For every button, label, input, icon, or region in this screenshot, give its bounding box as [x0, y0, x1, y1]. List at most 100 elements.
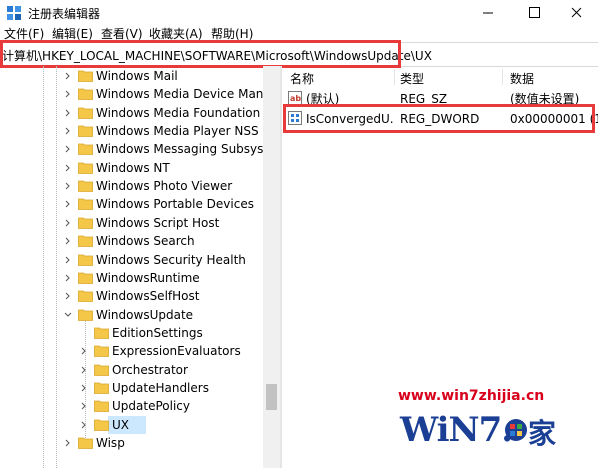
- folder-icon: [94, 382, 109, 394]
- tree-node-label: Wisp: [96, 436, 125, 450]
- tree-node-label: WindowsUpdate: [96, 307, 194, 322]
- column-header-type[interactable]: 类型: [400, 70, 424, 87]
- tree-node[interactable]: Windows Media Device Manag: [0, 85, 263, 103]
- chevron-right-icon[interactable]: [64, 182, 72, 190]
- chevron-right-icon[interactable]: [64, 237, 72, 245]
- chevron-right-icon[interactable]: [64, 109, 72, 117]
- svg-text:ab: ab: [290, 94, 301, 103]
- folder-icon: [78, 88, 93, 101]
- column-separator[interactable]: [394, 69, 395, 85]
- folder-icon: [78, 235, 93, 248]
- folder-icon: [78, 290, 93, 303]
- chevron-down-icon[interactable]: [64, 311, 72, 319]
- tree-node[interactable]: Windows Media Player NSS: [0, 122, 263, 140]
- folder-icon: [78, 272, 93, 284]
- chevron-right-icon[interactable]: [80, 347, 88, 355]
- chevron-right-icon[interactable]: [64, 145, 72, 153]
- tree-node[interactable]: WindowsSelfHost: [0, 287, 263, 305]
- folder-icon: [78, 70, 93, 82]
- address-highlight-box: [0, 40, 401, 68]
- tree-node[interactable]: Windows Media Foundation: [0, 104, 263, 122]
- tree-node[interactable]: Orchestrator: [0, 361, 263, 379]
- column-separator[interactable]: [502, 69, 503, 85]
- tree-node[interactable]: WindowsRuntime: [0, 269, 263, 287]
- tree-scrollbar[interactable]: [263, 66, 280, 468]
- minimize-button[interactable]: [466, 0, 510, 26]
- folder-icon: [94, 419, 109, 431]
- minimize-icon: [483, 12, 493, 14]
- string-value-icon: ab: [288, 91, 302, 105]
- tree-node[interactable]: Windows Security Health: [0, 251, 263, 269]
- chevron-right-icon[interactable]: [64, 274, 72, 282]
- window-title: 注册表编辑器: [28, 7, 101, 21]
- tree-node[interactable]: UpdatePolicy: [0, 397, 263, 415]
- chevron-right-icon[interactable]: [80, 384, 88, 392]
- chevron-right-icon[interactable]: [64, 127, 72, 135]
- tree-node-label: Windows Security Health: [96, 252, 246, 267]
- chevron-right-icon[interactable]: [64, 90, 72, 98]
- folder-icon: [78, 199, 93, 211]
- chevron-right-icon[interactable]: [64, 219, 72, 227]
- title-bar: 注册表编辑器: [0, 0, 598, 26]
- tree-node-label: WindowsRuntime: [96, 270, 200, 285]
- tree-node[interactable]: ExpressionEvaluators: [0, 342, 263, 360]
- regedit-app-icon: [7, 6, 21, 20]
- tree-node[interactable]: Windows Portable Devices: [0, 195, 263, 213]
- folder-icon: [78, 309, 93, 321]
- watermark-logo: WiN7. 家: [400, 406, 556, 458]
- tree-node-label: Windows Messaging Subsysten: [96, 142, 263, 157]
- tree-node[interactable]: Windows Script Host: [0, 214, 263, 232]
- chevron-right-icon[interactable]: [64, 439, 72, 447]
- tree-node-label: EditionSettings: [112, 325, 203, 340]
- tree-node[interactable]: Windows Messaging Subsysten: [0, 140, 263, 158]
- chevron-right-icon[interactable]: [64, 72, 72, 80]
- tree-node-label: Windows Search: [96, 234, 195, 249]
- folder-icon: [94, 364, 109, 376]
- tree-node-label: Windows Photo Viewer: [96, 179, 233, 194]
- tree-node-label: UX: [112, 417, 130, 432]
- folder-icon: [78, 125, 93, 137]
- maximize-button[interactable]: [512, 0, 556, 26]
- tree-node[interactable]: WindowsUpdate: [0, 306, 263, 324]
- folder-icon: [78, 217, 93, 229]
- folder-icon: [94, 345, 109, 358]
- folder-icon: [78, 254, 93, 266]
- tree-node-label: Windows Media Device Manag: [96, 87, 263, 102]
- chevron-right-icon[interactable]: [80, 421, 88, 429]
- chevron-right-icon[interactable]: [64, 256, 72, 264]
- folder-icon: [78, 180, 93, 192]
- tree-node[interactable]: Windows Search: [0, 232, 263, 250]
- tree-node-label: Windows NT: [96, 160, 170, 175]
- tree-node[interactable]: EditionSettings: [0, 324, 263, 342]
- column-header-data[interactable]: 数据: [510, 70, 534, 87]
- tree-node[interactable]: Wisp: [0, 434, 263, 452]
- chevron-right-icon[interactable]: [80, 402, 88, 410]
- chevron-right-icon[interactable]: [64, 164, 72, 172]
- tree-node[interactable]: Windows Mail: [0, 67, 263, 85]
- maximize-icon: [529, 7, 540, 18]
- tree-node-label: UpdatePolicy: [112, 399, 190, 414]
- tree-node[interactable]: Windows NT: [0, 159, 263, 177]
- value-highlight-box: [283, 104, 595, 133]
- tree-node-label: Windows Mail: [96, 69, 178, 83]
- folder-icon: [78, 143, 93, 156]
- tree-node[interactable]: UpdateHandlers: [0, 379, 263, 397]
- tree-node-label: ExpressionEvaluators: [112, 344, 241, 359]
- chevron-right-icon[interactable]: [64, 200, 72, 208]
- folder-icon: [78, 437, 93, 449]
- registry-key-tree[interactable]: Windows Mail Windows Media Device Manag Wi…: [0, 66, 263, 468]
- tree-node[interactable]: UX: [0, 416, 263, 434]
- folder-icon: [94, 400, 109, 413]
- chevron-right-icon[interactable]: [80, 366, 88, 374]
- tree-node[interactable]: Windows Photo Viewer: [0, 177, 263, 195]
- close-button[interactable]: [554, 0, 598, 26]
- tree-node-label: Windows Media Player NSS: [96, 124, 259, 139]
- tree-node-label: Windows Media Foundation: [96, 105, 261, 120]
- watermark-logo-suffix: 家: [528, 417, 557, 450]
- tree-node-label: Orchestrator: [112, 362, 188, 377]
- folder-icon: [94, 327, 109, 339]
- watermark-url: www.win7zhijia.cn: [398, 388, 545, 404]
- tree-scrollbar-thumb[interactable]: [266, 384, 277, 410]
- column-header-name[interactable]: 名称: [290, 70, 314, 87]
- chevron-right-icon[interactable]: [64, 292, 72, 300]
